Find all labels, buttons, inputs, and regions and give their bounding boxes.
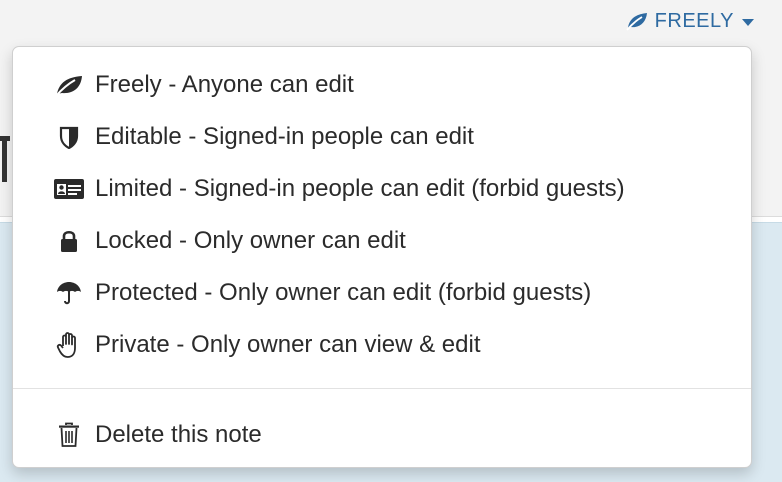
menu-item-editable[interactable]: Editable - Signed-in people can edit (13, 111, 751, 163)
menu-item-label: Locked - Only owner can edit (95, 227, 406, 254)
menu-item-label: Editable - Signed-in people can edit (95, 123, 474, 150)
menu-item-protected[interactable]: Protected - Only owner can edit (forbid … (13, 267, 751, 319)
umbrella-icon (53, 280, 85, 306)
delete-note-button[interactable]: Delete this note (13, 409, 751, 461)
shield-icon (53, 125, 85, 149)
background-title-fragment (0, 126, 10, 184)
lock-icon (53, 229, 85, 253)
hand-icon (53, 331, 85, 359)
leaf-icon (625, 11, 649, 31)
menu-item-private[interactable]: Private - Only owner can view & edit (13, 319, 751, 371)
id-card-icon (53, 177, 85, 201)
menu-item-label: Protected - Only owner can edit (forbid … (95, 279, 592, 306)
menu-item-locked[interactable]: Locked - Only owner can edit (13, 215, 751, 267)
menu-item-freely[interactable]: Freely - Anyone can edit (13, 59, 751, 111)
delete-note-label: Delete this note (95, 421, 262, 448)
leaf-icon (53, 73, 85, 97)
menu-item-label: Private - Only owner can view & edit (95, 331, 481, 358)
permission-dropdown-toggle[interactable]: FREELY (625, 8, 754, 34)
caret-down-icon (742, 18, 754, 26)
menu-item-label: Freely - Anyone can edit (95, 71, 354, 98)
menu-item-limited[interactable]: Limited - Signed-in people can edit (for… (13, 163, 751, 215)
permission-menu: Freely - Anyone can edit Editable - Sign… (12, 46, 752, 468)
menu-item-label: Limited - Signed-in people can edit (for… (95, 175, 625, 202)
trash-icon (53, 422, 85, 448)
page: FREELY Freely - Anyone can edit Editable… (0, 0, 782, 482)
permission-label: FREELY (654, 9, 734, 32)
menu-separator (13, 388, 751, 389)
